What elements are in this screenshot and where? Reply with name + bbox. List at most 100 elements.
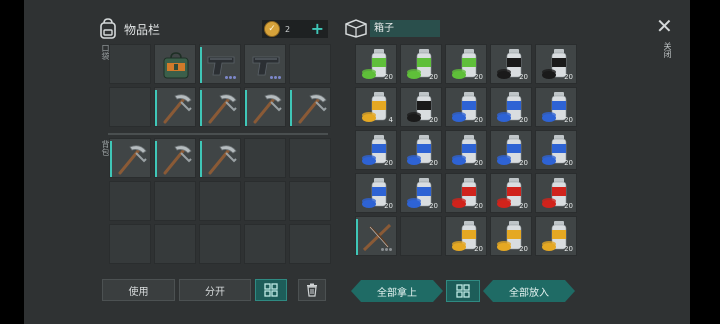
pistol-icon [207, 56, 235, 76]
backpack-slot[interactable] [109, 181, 151, 221]
backpack-slot[interactable] [199, 224, 241, 264]
box-slot[interactable]: 20 [400, 173, 442, 213]
backpack-slot[interactable] [154, 181, 196, 221]
box-slot[interactable]: 20 [400, 87, 442, 127]
box-slot[interactable]: 20 [490, 173, 532, 213]
box-slot[interactable]: 4 [355, 87, 397, 127]
box-slot[interactable]: 20 [445, 130, 487, 170]
pickaxe-icon [253, 94, 282, 124]
item-count: 20 [474, 202, 483, 210]
backpack-slot[interactable] [199, 181, 241, 221]
item-count: 20 [519, 73, 528, 81]
box-slot[interactable]: 20 [535, 216, 577, 256]
box-icon [345, 19, 367, 38]
item-count: 20 [474, 245, 483, 253]
selection-marker [290, 90, 292, 126]
box-slot[interactable]: 20 [535, 173, 577, 213]
box-slot[interactable]: 20 [400, 44, 442, 84]
quality-dots [270, 76, 281, 79]
sort-inventory-button[interactable] [255, 279, 287, 301]
item-count: 20 [519, 116, 528, 124]
medkit-bag-icon [163, 52, 189, 79]
selection-marker [245, 90, 247, 126]
pickaxe-icon [118, 145, 147, 175]
backpack-slot[interactable] [109, 138, 151, 178]
item-count: 20 [519, 245, 528, 253]
grid-sort-icon [264, 283, 278, 297]
pickaxe-icon [163, 94, 192, 124]
selection-marker [155, 141, 157, 177]
section-divider [108, 133, 328, 135]
split-button-label: 分开 [205, 286, 225, 298]
quick-slot[interactable] [289, 87, 331, 127]
backpack-slot[interactable] [289, 224, 331, 264]
quick-slot[interactable] [199, 87, 241, 127]
backpack-slot[interactable] [109, 224, 151, 264]
box-slot[interactable]: 20 [490, 87, 532, 127]
backpack-slot[interactable] [289, 181, 331, 221]
backpack-slot[interactable] [154, 224, 196, 264]
close-icon[interactable]: ✕ [656, 14, 673, 38]
box-slot[interactable]: 20 [535, 130, 577, 170]
box-slot[interactable]: 20 [445, 44, 487, 84]
inventory-title: 物品栏 [124, 22, 161, 37]
coin-icon: ✓ [264, 21, 280, 37]
put-all-button[interactable]: 全部放入 [483, 280, 575, 302]
box-slot[interactable]: 20 [535, 87, 577, 127]
item-count: 20 [429, 202, 438, 210]
grid-sort-icon [456, 284, 470, 298]
quick-slot[interactable] [289, 44, 331, 84]
box-title: 箱子 [370, 19, 440, 37]
item-count: 20 [564, 116, 573, 124]
put-all-label: 全部放入 [509, 287, 549, 299]
backpack-slot[interactable] [199, 138, 241, 178]
selection-marker [110, 141, 112, 177]
use-button[interactable]: 使用 [102, 279, 175, 301]
box-slot[interactable]: 20 [445, 173, 487, 213]
backpack-slot[interactable] [244, 181, 286, 221]
item-count: 20 [429, 73, 438, 81]
box-slot[interactable]: 20 [490, 216, 532, 256]
trash-icon [307, 283, 317, 297]
item-count: 20 [429, 159, 438, 167]
box-slot[interactable]: 20 [445, 216, 487, 256]
box-slot[interactable]: 20 [355, 130, 397, 170]
box-slot[interactable]: 20 [355, 173, 397, 213]
box-slot[interactable] [355, 216, 397, 256]
right-black-bar [690, 0, 720, 324]
quick-slots-grid [109, 44, 331, 127]
split-button[interactable]: 分开 [179, 279, 251, 301]
quick-slot[interactable] [199, 44, 241, 84]
box-slot[interactable]: 20 [355, 44, 397, 84]
add-coin-button[interactable]: + [311, 20, 324, 38]
take-all-button[interactable]: 全部拿上 [351, 280, 443, 302]
backpack-slot[interactable] [289, 138, 331, 178]
quick-slot[interactable] [109, 44, 151, 84]
pickaxe-icon [163, 145, 192, 175]
quick-slot[interactable] [109, 87, 151, 127]
quick-slot[interactable] [244, 44, 286, 84]
box-slot[interactable]: 20 [400, 130, 442, 170]
box-slot[interactable]: 20 [445, 87, 487, 127]
box-slot[interactable] [400, 216, 442, 256]
pickaxe-icon [298, 94, 327, 124]
item-count: 20 [564, 73, 573, 81]
box-slot[interactable]: 20 [490, 44, 532, 84]
backpack-slot[interactable] [244, 138, 286, 178]
item-count: 20 [474, 73, 483, 81]
item-count: 20 [564, 159, 573, 167]
left-black-bar [0, 0, 24, 324]
sort-box-button[interactable] [446, 280, 480, 302]
quick-slot[interactable] [244, 87, 286, 127]
quick-slot[interactable] [154, 44, 196, 84]
quick-slot[interactable] [154, 87, 196, 127]
trash-button[interactable] [298, 279, 326, 301]
box-slot[interactable]: 20 [490, 130, 532, 170]
close-label[interactable]: 关闭 [662, 42, 673, 58]
box-slot[interactable]: 20 [535, 44, 577, 84]
coin-count: 2 [285, 24, 291, 34]
item-count: 20 [384, 73, 393, 81]
item-count: 20 [564, 202, 573, 210]
backpack-slot[interactable] [154, 138, 196, 178]
backpack-slot[interactable] [244, 224, 286, 264]
